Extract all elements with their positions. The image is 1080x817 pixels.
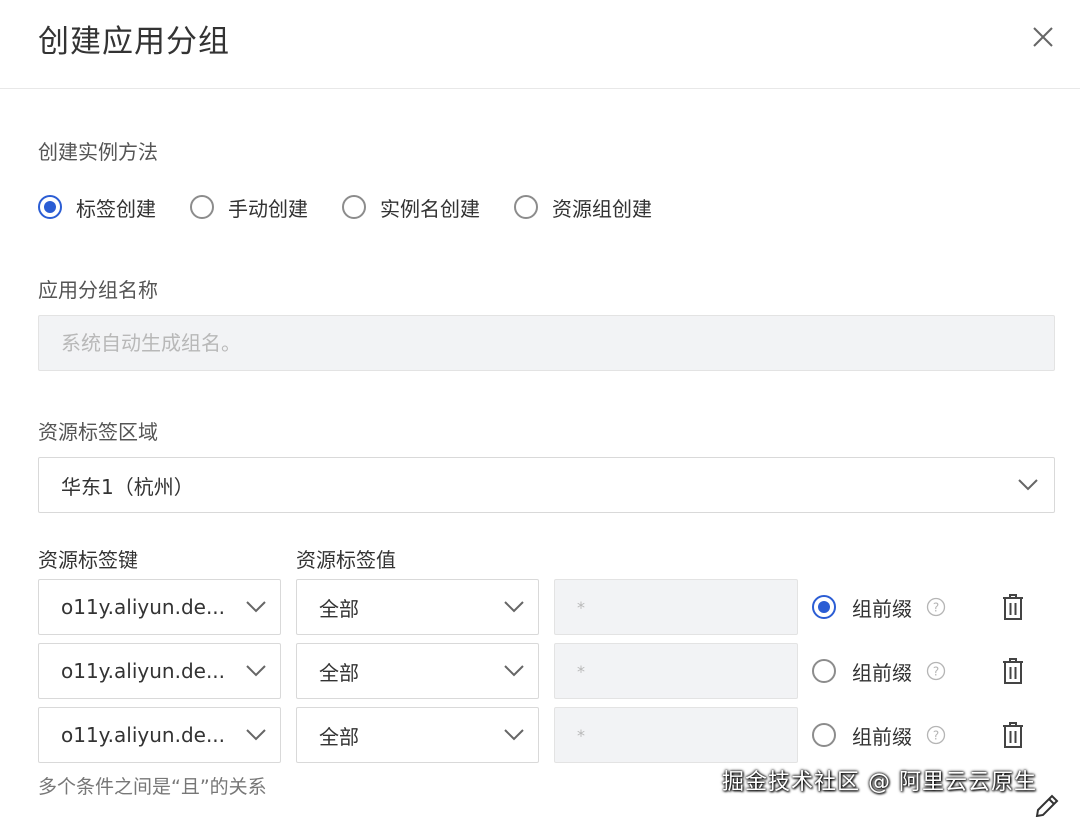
tag-key-select[interactable]: o11y.aliyun.de...: [38, 643, 281, 699]
tag-key-value: o11y.aliyun.de...: [61, 595, 226, 619]
tag-scope-select[interactable]: 全部: [296, 643, 539, 699]
tag-value-field: [554, 579, 798, 635]
trash-icon[interactable]: [1002, 658, 1024, 684]
tag-key-select[interactable]: o11y.aliyun.de...: [38, 707, 281, 763]
dialog-header: 创建应用分组: [0, 0, 1080, 89]
trash-icon[interactable]: [1002, 722, 1024, 748]
group-prefix-label: 组前缀: [852, 596, 912, 621]
create-app-group-dialog: 创建应用分组 创建实例方法 标签创建 手动创建 实例名创建 资源组创建 应用分组…: [0, 0, 1080, 817]
svg-text:?: ?: [933, 729, 939, 743]
radio-unchecked-icon[interactable]: [342, 195, 366, 219]
tag-value-input: [555, 644, 797, 698]
method-option-instance-name[interactable]: 实例名创建: [342, 193, 480, 222]
radio-unchecked-icon[interactable]: [812, 659, 836, 683]
chevron-down-icon: [246, 729, 266, 741]
tag-scope-select[interactable]: 全部: [296, 707, 539, 763]
radio-unchecked-icon[interactable]: [514, 195, 538, 219]
group-name-label: 应用分组名称: [38, 278, 158, 302]
region-label: 资源标签区域: [38, 420, 158, 444]
method-label: 创建实例方法: [38, 140, 158, 164]
group-prefix-label: 组前缀: [852, 660, 912, 685]
watermark: 掘金技术社区 @ 阿里云云原生: [722, 770, 1037, 795]
tag-value-input: [555, 580, 797, 634]
tag-scope-value: 全部: [319, 724, 359, 749]
group-name-input: [39, 316, 1054, 370]
tag-value-label: 资源标签值: [296, 548, 396, 572]
group-name-field: [38, 315, 1055, 371]
chevron-down-icon: [504, 601, 524, 613]
method-option-label: 手动创建: [228, 196, 308, 221]
question-circle-icon[interactable]: ?: [926, 597, 946, 617]
tag-scope-value: 全部: [319, 596, 359, 621]
radio-unchecked-icon[interactable]: [190, 195, 214, 219]
region-select[interactable]: 华东1（杭州）: [38, 457, 1055, 513]
svg-text:?: ?: [933, 601, 939, 615]
tag-value-field: [554, 643, 798, 699]
chevron-down-icon: [504, 729, 524, 741]
tag-value-field: [554, 707, 798, 763]
method-option-label: 标签创建: [76, 196, 156, 221]
condition-hint: 多个条件之间是“且”的关系: [38, 776, 267, 798]
radio-checked-icon[interactable]: [38, 195, 62, 219]
group-prefix-label: 组前缀: [852, 724, 912, 749]
group-prefix-option[interactable]: 组前缀 ?: [812, 579, 946, 635]
method-option-label: 资源组创建: [552, 196, 652, 221]
radio-unchecked-icon[interactable]: [812, 723, 836, 747]
method-option-resource-group[interactable]: 资源组创建: [514, 193, 652, 222]
tag-scope-select[interactable]: 全部: [296, 579, 539, 635]
group-prefix-option[interactable]: 组前缀 ?: [812, 643, 946, 699]
tag-scope-value: 全部: [319, 660, 359, 685]
question-circle-icon[interactable]: ?: [926, 725, 946, 745]
close-icon[interactable]: [1030, 24, 1056, 50]
svg-text:?: ?: [933, 665, 939, 679]
tag-key-value: o11y.aliyun.de...: [61, 723, 226, 747]
tag-key-label: 资源标签键: [38, 548, 138, 572]
chevron-down-icon: [504, 665, 524, 677]
method-option-manual[interactable]: 手动创建: [190, 193, 308, 222]
region-value: 华东1（杭州）: [61, 474, 194, 499]
edit-icon[interactable]: [1032, 788, 1064, 817]
dialog-title: 创建应用分组: [38, 24, 230, 60]
chevron-down-icon: [246, 665, 266, 677]
tag-key-value: o11y.aliyun.de...: [61, 659, 226, 683]
tag-key-select[interactable]: o11y.aliyun.de...: [38, 579, 281, 635]
method-radio-group: 标签创建 手动创建 实例名创建 资源组创建: [38, 190, 686, 224]
chevron-down-icon: [1018, 479, 1038, 491]
trash-icon[interactable]: [1002, 594, 1024, 620]
method-option-label: 实例名创建: [380, 196, 480, 221]
group-prefix-option[interactable]: 组前缀 ?: [812, 707, 946, 763]
radio-checked-icon[interactable]: [812, 595, 836, 619]
tag-value-input: [555, 708, 797, 762]
chevron-down-icon: [246, 601, 266, 613]
method-option-tag[interactable]: 标签创建: [38, 193, 156, 222]
question-circle-icon[interactable]: ?: [926, 661, 946, 681]
